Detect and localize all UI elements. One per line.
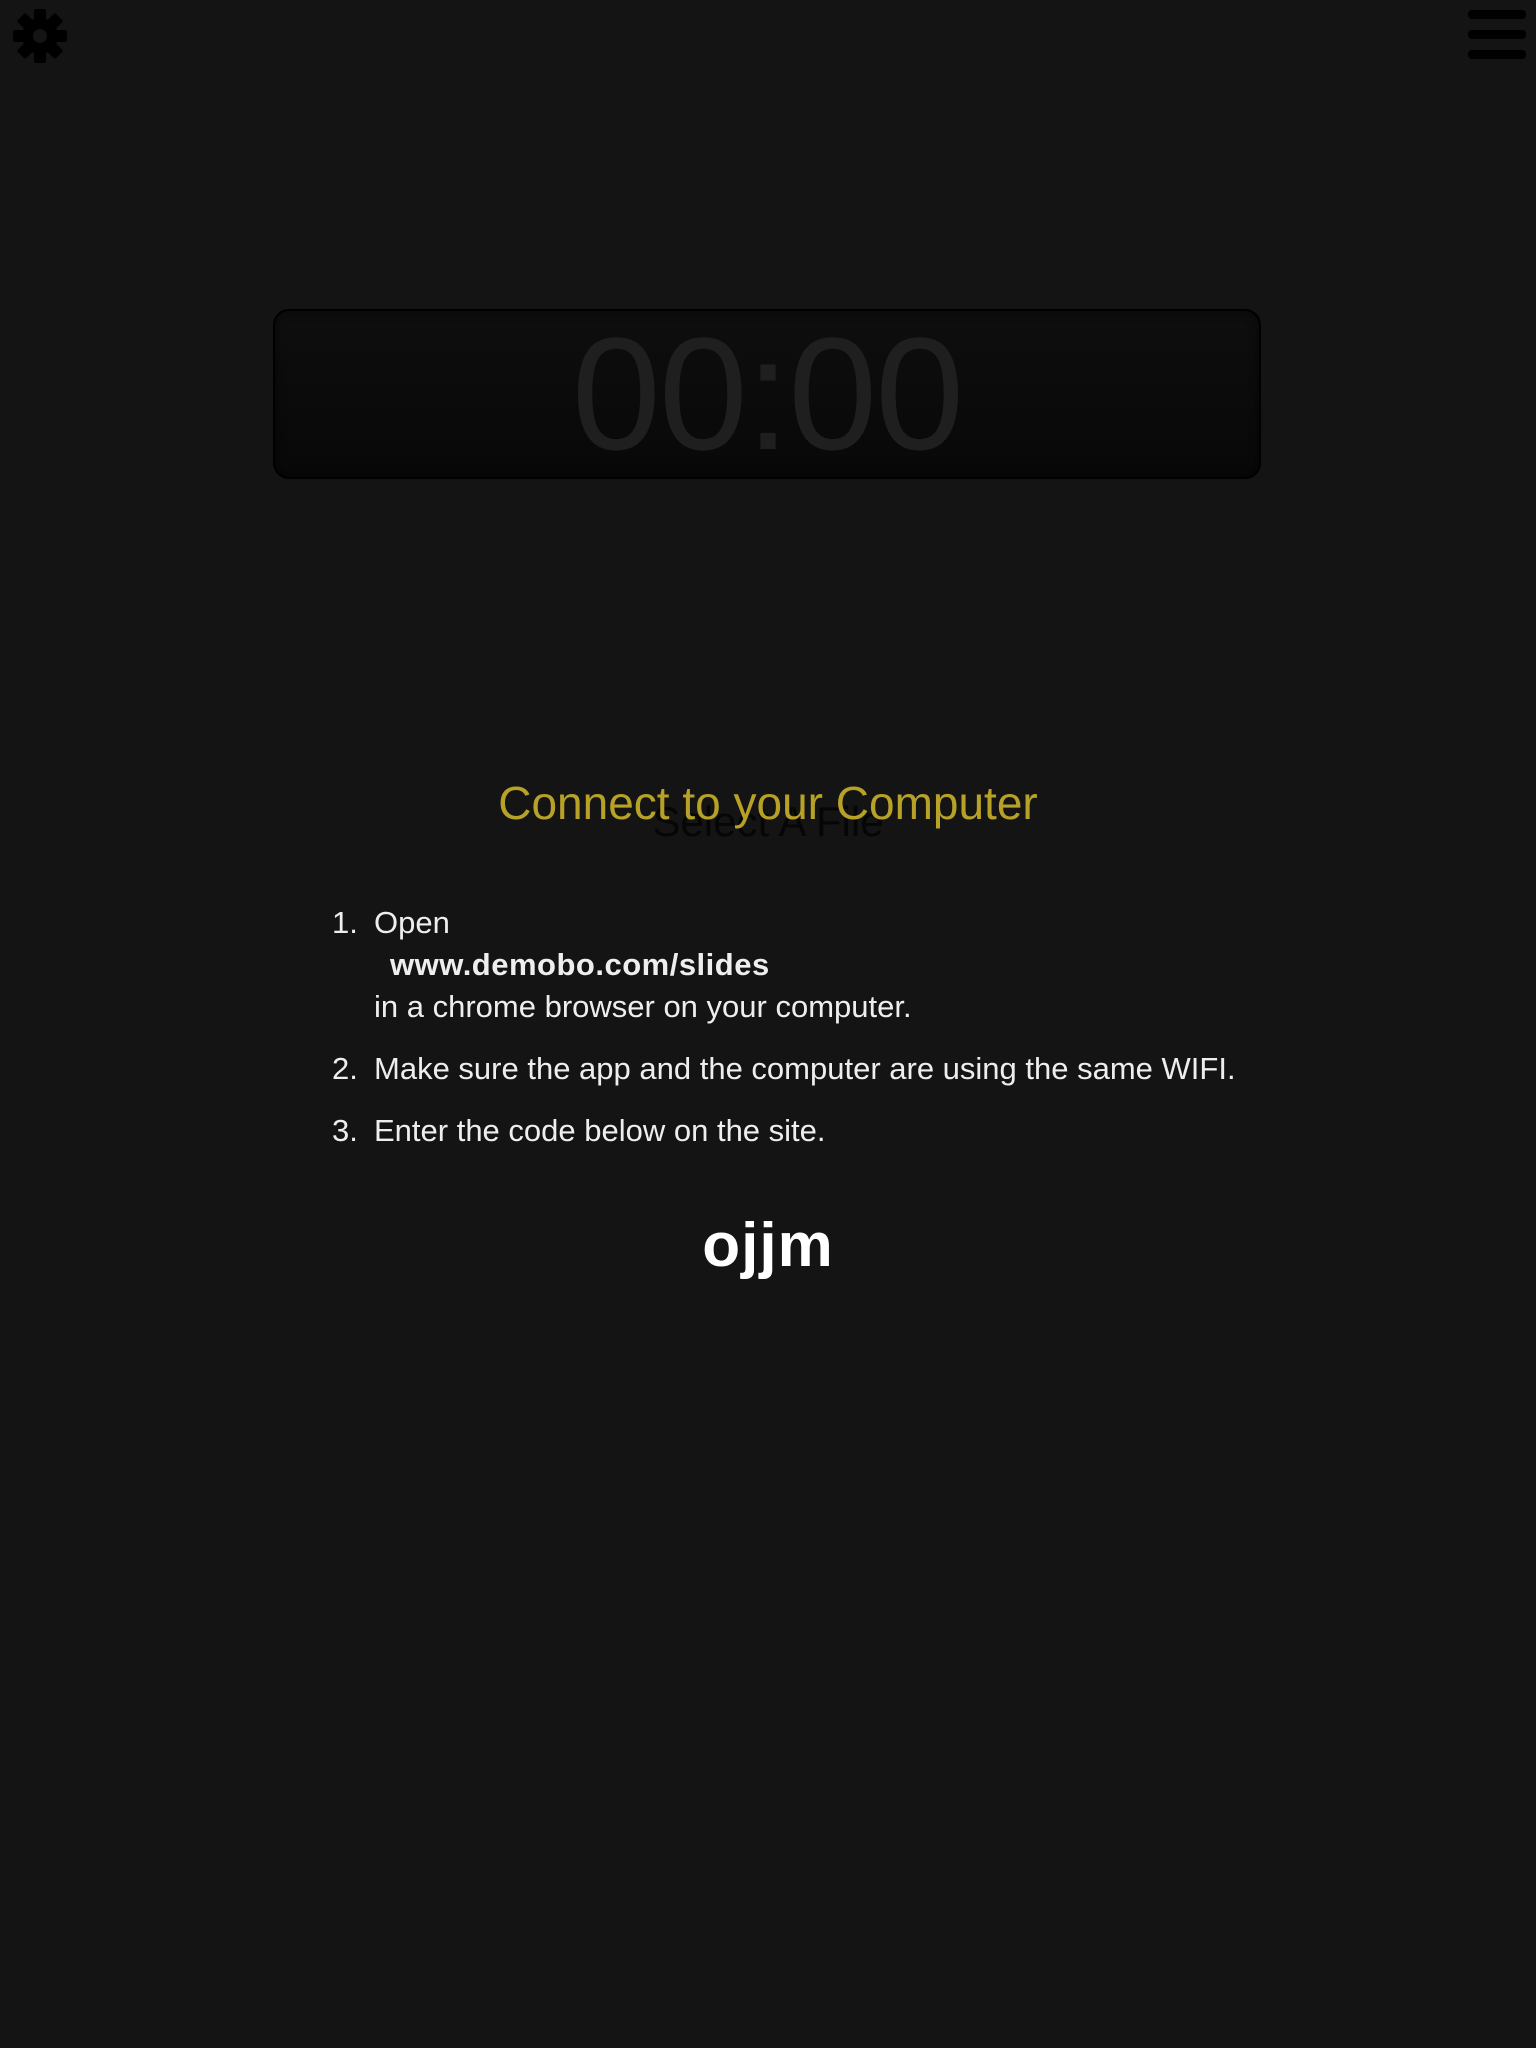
step-text: Make sure the app and the computer are u… — [374, 1051, 1236, 1086]
step-number: 3. — [332, 1113, 358, 1148]
gear-icon — [13, 9, 67, 63]
hamburger-menu-icon — [1468, 10, 1526, 59]
step-number: 2. — [332, 1051, 358, 1086]
step-text: in a chrome browser on your computer. — [374, 989, 912, 1024]
step-3: 3. Enter the code below on the site. — [332, 1110, 1312, 1152]
connection-code: ojjm — [702, 1211, 834, 1280]
step-text: Open — [374, 905, 450, 940]
connect-steps: 1. Open www.demobo.com/slides in a chrom… — [332, 902, 1312, 1172]
menu-button[interactable] — [1468, 8, 1526, 62]
step-2: 2. Make sure the app and the computer ar… — [332, 1048, 1312, 1090]
app-screen: 00:00 Select A File Connect to your Comp… — [0, 0, 1536, 2048]
step-text: Enter the code below on the site. — [374, 1113, 826, 1148]
settings-button[interactable] — [10, 6, 70, 66]
step-1: 1. Open www.demobo.com/slides in a chrom… — [332, 902, 1312, 1028]
demobo-link[interactable]: www.demobo.com/slides — [374, 944, 1312, 986]
step-number: 1. — [332, 905, 358, 940]
connect-title: Connect to your Computer — [498, 777, 1038, 829]
timer-display: 00:00 — [273, 309, 1261, 479]
timer-value: 00:00 — [571, 304, 964, 483]
